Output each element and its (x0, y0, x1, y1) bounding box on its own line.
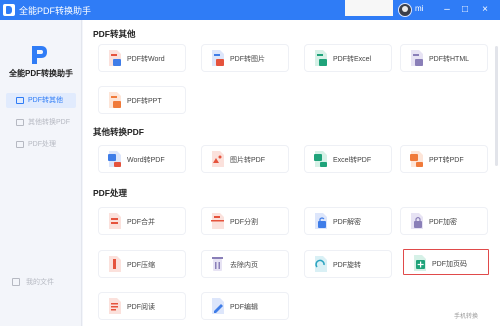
tool-label: PDF加页码 (432, 261, 467, 268)
tool-label: Word转PDF (127, 157, 165, 164)
maximize-button[interactable]: □ (458, 3, 472, 17)
pdf-tools-icon (16, 141, 24, 148)
tool-label: PDF分割 (230, 219, 258, 226)
tool-card-pdf-to-image[interactable]: PDF转图片 (202, 45, 288, 71)
pdf-encrypt-icon (411, 213, 423, 229)
tool-card-ppt-to-pdf[interactable]: PPT转PDF (401, 146, 487, 172)
pdf-merge-icon (109, 213, 121, 229)
pdf-convert-icon (16, 97, 24, 104)
sidebar: 全能PDF转换助手 PDF转其他 其他转换PDF PDF处理 我的文件 (0, 20, 82, 326)
pdf-to-image-icon (212, 50, 224, 66)
tool-label: PDF加密 (429, 219, 457, 226)
sidebar-item-pdf-to-other[interactable]: PDF转其他 (6, 93, 76, 108)
tool-label: PDF转HTML (429, 56, 470, 63)
sidebar-item-label: 其他转换PDF (28, 119, 70, 126)
sidebar-footer-label: 我的文件 (26, 279, 54, 286)
pdf-to-word-icon (109, 50, 121, 66)
to-pdf-icon (16, 119, 24, 126)
tool-card-pdf-decrypt[interactable]: PDF解密 (305, 208, 391, 234)
tool-label: PPT转PDF (429, 157, 464, 164)
pdf-rotate-icon (315, 256, 327, 272)
sidebar-item-my-files[interactable]: 我的文件 (12, 277, 54, 287)
tool-label: Excel转PDF (333, 157, 372, 164)
tool-card-pdf-merge[interactable]: PDF合并 (99, 208, 185, 234)
sidebar-item-label: PDF处理 (28, 141, 56, 148)
pdf-to-excel-icon (315, 50, 327, 66)
tool-label: PDF编辑 (230, 304, 258, 311)
tool-card-pdf-rotate[interactable]: PDF旋转 (305, 251, 391, 277)
tool-card-pdf-to-word[interactable]: PDF转Word (99, 45, 185, 71)
pdf-to-ppt-icon (109, 92, 121, 108)
tool-card-pdf-add-page-number[interactable]: PDF加页码 (403, 249, 489, 275)
scrollbar[interactable] (495, 46, 498, 166)
tool-label: PDF转图片 (230, 56, 265, 63)
brand-logo-icon (32, 46, 47, 64)
tool-card-pdf-to-ppt[interactable]: PDF转PPT (99, 87, 185, 113)
pdf-decrypt-icon (315, 213, 327, 229)
sidebar-item-other-to-pdf[interactable]: 其他转换PDF (6, 115, 76, 130)
app-logo-icon (3, 4, 15, 16)
tool-card-word-to-pdf[interactable]: Word转PDF (99, 146, 185, 172)
section-title: PDF处理 (93, 188, 128, 198)
word-to-pdf-icon (108, 151, 121, 167)
tool-label: PDF解密 (333, 219, 361, 226)
user-name[interactable]: mi (415, 4, 423, 13)
sidebar-item-pdf-tools[interactable]: PDF处理 (6, 137, 76, 152)
close-button[interactable]: × (478, 3, 492, 17)
tool-card-pdf-encrypt[interactable]: PDF加密 (401, 208, 487, 234)
tool-label: PDF旋转 (333, 262, 361, 269)
tool-card-excel-to-pdf[interactable]: Excel转PDF (305, 146, 391, 172)
pdf-edit-icon (212, 298, 224, 314)
brand-name: 全能PDF转换助手 (9, 69, 73, 78)
tool-card-pdf-split[interactable]: PDF分割 (202, 208, 288, 234)
pdf-split-icon (211, 213, 224, 229)
tool-card-pdf-reader[interactable]: PDF阅读 (99, 293, 185, 319)
section-title: PDF转其他 (93, 29, 136, 39)
section-title: 其他转换PDF (93, 127, 145, 137)
pdf-compress-icon (109, 256, 121, 272)
tool-card-pdf-to-excel[interactable]: PDF转Excel (305, 45, 391, 71)
folder-icon (12, 278, 20, 286)
tool-card-image-to-pdf[interactable]: 图片转PDF (202, 146, 288, 172)
redacted-area (345, 0, 393, 16)
tool-label: 去除内页 (230, 262, 258, 269)
tool-label: 图片转PDF (230, 157, 265, 164)
remove-pages-icon (212, 257, 223, 271)
tool-label: PDF转Excel (333, 56, 372, 63)
title-bar: 全能PDF转换助手 mi – □ × (0, 0, 500, 20)
tool-label: PDF阅读 (127, 304, 155, 311)
excel-to-pdf-icon (314, 151, 327, 167)
window-title: 全能PDF转换助手 (19, 6, 92, 16)
pdf-to-html-icon (411, 50, 423, 66)
tool-label: PDF转PPT (127, 98, 162, 105)
minimize-button[interactable]: – (440, 3, 454, 17)
tool-label: PDF合并 (127, 219, 155, 226)
tool-card-pdf-to-html[interactable]: PDF转HTML (401, 45, 487, 71)
tool-card-pdf-edit[interactable]: PDF编辑 (202, 293, 288, 319)
tool-label: PDF压缩 (127, 262, 155, 269)
pdf-reader-icon (109, 298, 121, 314)
watermark: 手机转换 (453, 314, 478, 320)
tool-card-pdf-compress[interactable]: PDF压缩 (99, 251, 185, 277)
tool-label: PDF转Word (127, 56, 165, 63)
avatar[interactable] (398, 3, 412, 17)
image-to-pdf-icon (212, 151, 224, 167)
pdf-page-number-icon (414, 255, 426, 271)
ppt-to-pdf-icon (410, 151, 423, 167)
sidebar-item-label: PDF转其他 (28, 97, 63, 104)
main-content: PDF转其他 PDF转Word PDF转图片 PDF转Excel PDF转HTM… (83, 20, 500, 326)
tool-card-remove-pages[interactable]: 去除内页 (202, 251, 288, 277)
